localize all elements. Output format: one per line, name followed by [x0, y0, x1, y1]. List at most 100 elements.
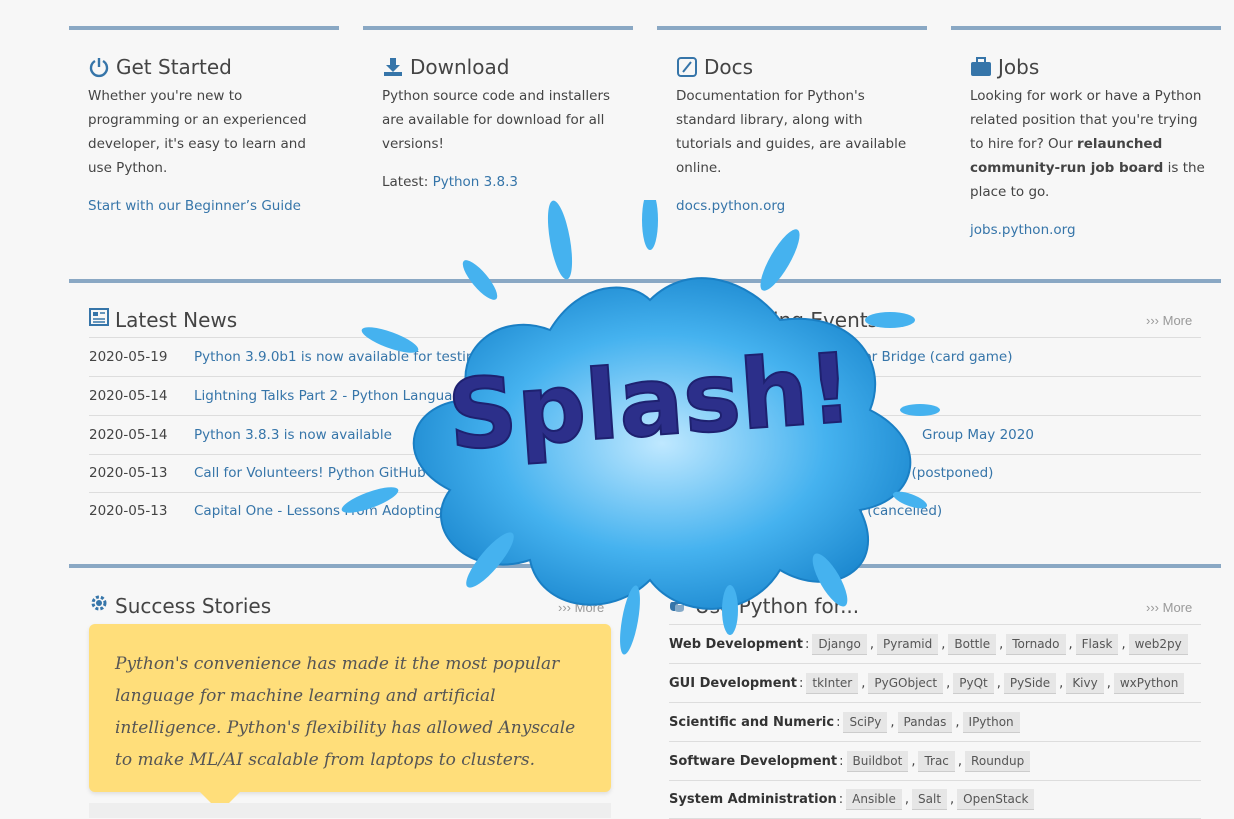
use-python-more-label: More: [1162, 600, 1193, 615]
success-quote-box: Python's convenience has made it the mos…: [89, 624, 611, 792]
news-more-link[interactable]: ››› More: [558, 313, 604, 328]
news-icon: [89, 307, 109, 332]
use-row-scientific: Scientific and Numeric: SciPy, Pandas, I…: [669, 703, 1201, 742]
news-link[interactable]: Lightning Talks Part 2 - Python Language…: [194, 388, 565, 404]
jobs-link[interactable]: jobs.python.org: [970, 218, 1221, 242]
docs-icon: [676, 56, 698, 78]
use-row-gui: GUI Development: tkInter, PyGObject, PyQ…: [669, 664, 1201, 703]
tag-link[interactable]: OpenStack: [957, 788, 1035, 810]
event-date: 2020-06-04: [677, 465, 756, 481]
jobs-heading: Jobs: [970, 56, 1221, 78]
tag-link[interactable]: Flask: [1075, 633, 1119, 655]
tag-link[interactable]: Django: [812, 633, 867, 655]
success-title: Success Stories: [115, 593, 272, 618]
event-date: 2020-05-20: [677, 349, 756, 365]
tag-link[interactable]: wxPython: [1113, 672, 1185, 694]
beginners-guide-link[interactable]: Start with our Beginner’s Guide: [88, 194, 339, 218]
briefcase-icon: [970, 56, 992, 78]
news-item: 2020-05-13 Call for Volunteers! Python G…: [89, 454, 611, 493]
use-row-label: Software Development: [669, 753, 838, 769]
tag-link[interactable]: Kivy: [1066, 672, 1104, 694]
section-divider: [69, 279, 1221, 283]
download-widget: Download Python source code and installe…: [363, 26, 633, 208]
event-item: [677, 377, 1201, 416]
latest-news-heading: Latest News: [89, 307, 237, 332]
news-item: 2020-05-14 Lightning Talks Part 2 - Pyth…: [89, 377, 611, 416]
event-date: 2020-06-05: [677, 503, 756, 519]
event-item: 2020-06-04 PyLondinium 2020 (postponed): [677, 454, 1201, 493]
news-link[interactable]: Capital One - Lessons From Adopting Pyth…: [194, 503, 566, 519]
success-more-label: More: [574, 600, 605, 615]
tag-link[interactable]: Pandas: [897, 711, 953, 733]
quote-attribution: [89, 803, 611, 818]
latest-news-title: Latest News: [115, 307, 238, 332]
tag-link[interactable]: Buildbot: [846, 750, 909, 772]
events-more-link[interactable]: ››› More: [1146, 313, 1192, 328]
success-more-link[interactable]: ››› More: [558, 600, 604, 615]
use-row-label: System Administration: [669, 791, 837, 807]
docs-text: Documentation for Python's standard libr…: [676, 88, 907, 176]
gear-icon: [89, 593, 109, 618]
power-icon: [88, 56, 110, 78]
download-icon: [382, 56, 404, 78]
news-link[interactable]: Call for Volunteers! Python GitHub Migra…: [194, 465, 578, 481]
news-date: 2020-05-19: [89, 349, 168, 365]
docs-link[interactable]: docs.python.org: [676, 194, 927, 218]
event-item: 2020-05-20 Hackathon for Bridge (card ga…: [677, 338, 1201, 377]
get-started-heading: Get Started: [88, 56, 339, 78]
tag-link[interactable]: web2py: [1128, 633, 1188, 655]
tag-link[interactable]: Trac: [918, 750, 955, 772]
events-more-label: More: [1162, 313, 1193, 328]
news-date: 2020-05-13: [89, 503, 168, 519]
tag-link[interactable]: Bottle: [948, 633, 997, 655]
download-text: Python source code and installers are av…: [382, 88, 611, 152]
news-date: 2020-05-13: [89, 465, 168, 481]
tag-link[interactable]: SciPy: [843, 711, 888, 733]
use-row-label: Web Development: [669, 636, 803, 652]
news-link[interactable]: Python 3.8.3 is now available: [194, 427, 392, 443]
tag-link[interactable]: PyQt: [953, 672, 994, 694]
use-python-heading: Use Python for...: [669, 593, 859, 618]
events-title: Upcoming Events: [703, 307, 879, 332]
use-python-more-link[interactable]: ››› More: [1146, 600, 1192, 615]
jobs-widget: Jobs Looking for work or have a Python r…: [951, 26, 1221, 242]
use-row-sysadmin: System Administration: Ansible, Salt, Op…: [669, 780, 1201, 819]
jobs-text: Looking for work or have a Python relate…: [970, 84, 1210, 204]
jobs-title: Jobs: [998, 55, 1040, 79]
news-item: 2020-05-19 Python 3.9.0b1 is now availab…: [89, 338, 611, 377]
tag-link[interactable]: Pyramid: [876, 633, 939, 655]
use-row-web: Web Development: Django, Pyramid, Bottle…: [669, 625, 1201, 664]
tag-link[interactable]: Ansible: [846, 788, 902, 810]
news-link[interactable]: Python 3.9.0b1 is now available for test…: [194, 349, 483, 365]
get-started-widget: Get Started Whether you're new to progra…: [69, 26, 339, 218]
tag-link[interactable]: PyGObject: [868, 672, 944, 694]
latest-python-link[interactable]: Python 3.8.3: [433, 174, 518, 190]
tag-link[interactable]: IPython: [962, 711, 1020, 733]
news-item: 2020-05-14 Python 3.8.3 is now available: [89, 416, 611, 455]
docs-widget: Docs Documentation for Python's standard…: [657, 26, 927, 218]
get-started-text: Whether you're new to programming or an …: [88, 88, 307, 176]
event-link[interactable]: Hackathon for Bridge (card game): [782, 349, 1013, 365]
event-link[interactable]: Group May 2020: [922, 427, 1034, 443]
use-python-title: Use Python for...: [695, 593, 860, 618]
success-quote: Python's convenience has made it the mos…: [115, 654, 576, 770]
docs-title: Docs: [704, 55, 754, 79]
event-item: Group May 2020: [677, 416, 1201, 455]
news-date: 2020-05-14: [89, 427, 168, 443]
download-heading: Download: [382, 56, 633, 78]
calendar-icon: [677, 307, 697, 332]
use-row-software: Software Development: Buildbot, Trac, Ro…: [669, 742, 1201, 781]
success-heading: Success Stories: [89, 593, 271, 618]
news-more-label: More: [574, 313, 605, 328]
tag-link[interactable]: Salt: [912, 788, 948, 810]
tag-link[interactable]: Roundup: [965, 750, 1031, 772]
section-divider-left: [69, 564, 633, 568]
use-row-label: Scientific and Numeric: [669, 714, 835, 730]
event-link[interactable]: PyCon 2020 (cancelled): [782, 503, 942, 519]
tag-link[interactable]: tkInter: [806, 672, 859, 694]
event-link[interactable]: PyLondinium 2020 (postponed): [782, 465, 993, 481]
tag-link[interactable]: PySide: [1003, 672, 1057, 694]
tag-link[interactable]: Tornado: [1006, 633, 1066, 655]
use-row-label: GUI Development: [669, 675, 798, 691]
latest-label: Latest:: [382, 174, 433, 190]
